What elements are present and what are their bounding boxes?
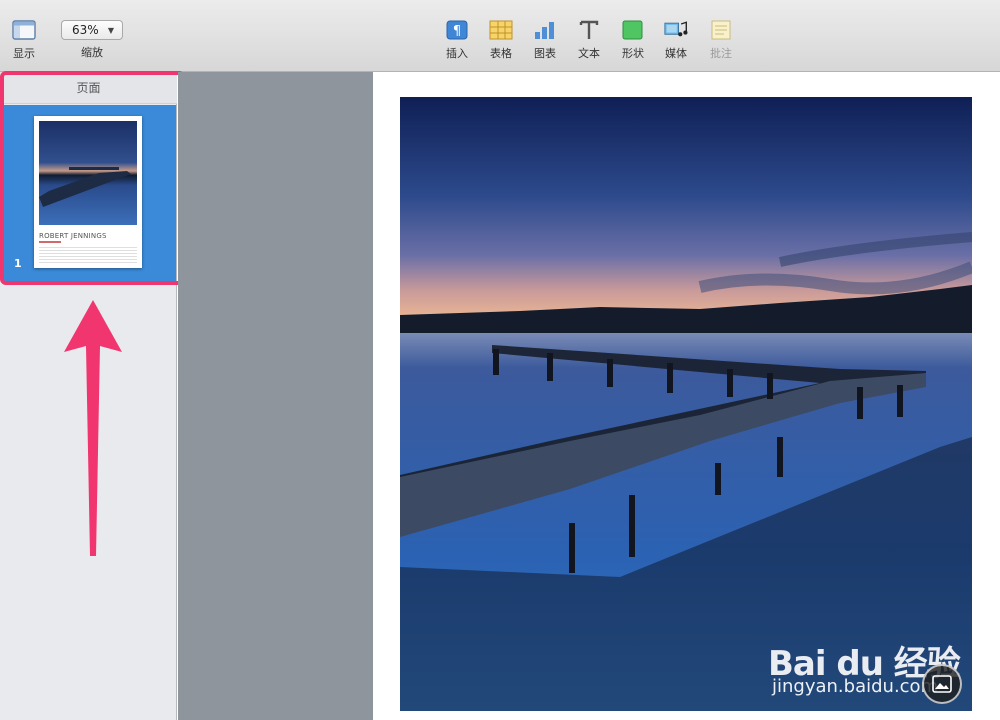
canvas-background — [178, 72, 373, 720]
sidebar-header: 页面 — [0, 72, 177, 104]
thumbnail-subtitle-line — [39, 241, 61, 243]
table-button[interactable]: 表格 — [489, 20, 513, 61]
thumbnail-photo — [39, 121, 137, 225]
insert-label: 插入 — [446, 47, 468, 60]
toolbar: 显示 63% ▼ 缩放 ¶ 插入 表格 图表 文本 形状 媒体 批注 — [0, 0, 1000, 72]
text-button[interactable]: 文本 — [577, 20, 601, 61]
shape-label: 形状 — [622, 47, 644, 60]
media-label: 媒体 — [665, 47, 687, 60]
zoom-value: 63% — [72, 23, 99, 37]
table-label: 表格 — [490, 47, 512, 60]
insert-button[interactable]: ¶ 插入 — [445, 20, 469, 61]
comment-icon — [709, 20, 733, 40]
chevron-down-icon: ▼ — [107, 25, 114, 35]
chart-button[interactable]: 图表 — [533, 20, 557, 61]
baidu-watermark-url: jingyan.baidu.com — [772, 676, 939, 697]
text-icon — [577, 20, 601, 40]
insert-icon: ¶ — [445, 20, 469, 40]
table-icon — [489, 20, 513, 40]
shape-icon — [621, 20, 645, 40]
text-label: 文本 — [578, 47, 600, 60]
zoom-control[interactable]: 63% ▼ 缩放 — [61, 20, 123, 60]
thumbnail-body-text — [39, 247, 137, 263]
bar-chart-icon — [533, 20, 557, 40]
zoom-label: 缩放 — [81, 46, 103, 59]
comment-label: 批注 — [710, 47, 732, 60]
up-arrow-icon — [64, 300, 122, 556]
image-options-button[interactable] — [922, 664, 962, 704]
view-label: 显示 — [13, 47, 35, 60]
thumbnail-title: ROBERT JENNINGS — [39, 232, 107, 240]
shape-button[interactable]: 形状 — [621, 20, 645, 61]
view-button[interactable]: 显示 — [12, 20, 36, 61]
page-number: 1 — [14, 257, 22, 270]
zoom-dropdown[interactable]: 63% ▼ — [61, 20, 123, 40]
comment-button[interactable]: 批注 — [709, 20, 733, 61]
image-icon — [932, 675, 952, 693]
page-thumbnail-image[interactable]: ROBERT JENNINGS — [34, 116, 142, 268]
media-icon — [664, 20, 688, 40]
chart-label: 图表 — [534, 47, 556, 60]
svg-text:¶: ¶ — [453, 24, 461, 39]
pier-photo[interactable] — [400, 97, 972, 711]
media-button[interactable]: 媒体 — [664, 20, 688, 61]
view-icon — [12, 20, 36, 40]
